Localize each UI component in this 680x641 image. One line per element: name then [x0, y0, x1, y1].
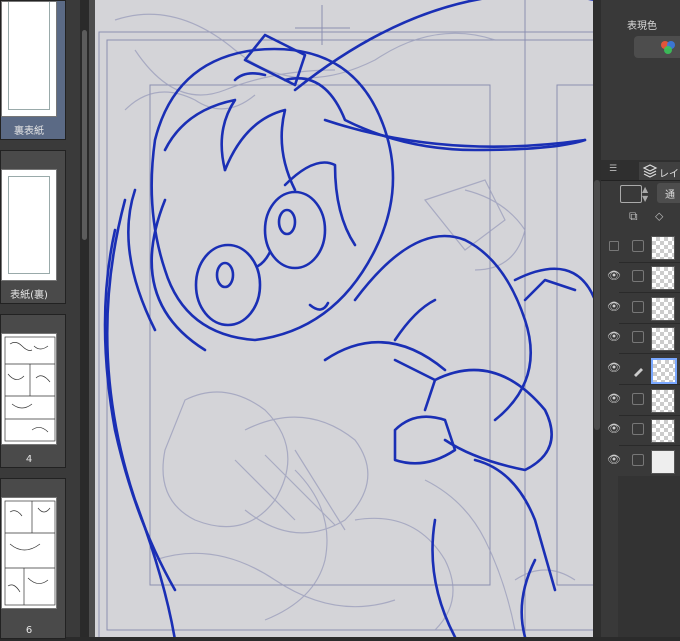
layer-row[interactable]: 👁 [607, 385, 680, 416]
page-thumbnail-inside-cover[interactable]: 表紙(裏) [0, 150, 66, 304]
layer-row[interactable]: 👁 [607, 262, 680, 293]
panel-menu-icon[interactable]: ☰ [609, 164, 617, 174]
layer-tools-row: ⧉ ⬦ [601, 206, 680, 228]
layer-row[interactable]: 👁 [607, 446, 680, 477]
layer-lock-checkbox[interactable] [632, 393, 644, 405]
page-thumb-image [1, 333, 57, 445]
pen-icon [632, 362, 643, 377]
layer-thumbnail [651, 297, 675, 321]
paper-layer-thumbnail [651, 450, 675, 474]
page-frame [8, 176, 50, 274]
eye-icon[interactable]: 👁 [607, 330, 621, 344]
sketch-lines [114, 13, 576, 631]
artwork [98, 0, 628, 641]
line-art [103, 0, 597, 641]
layer-thumbnail [651, 327, 675, 351]
page-thumbnail-6[interactable]: 6 [0, 478, 66, 639]
layer-row-selected[interactable]: 👁 [607, 354, 680, 385]
manga-panels-thumb [4, 500, 56, 606]
page-manager-panel: 裏表紙 表紙(裏) 4 6 [0, 0, 89, 639]
blend-mode-label: 通 [665, 190, 675, 201]
canvas-area[interactable] [89, 0, 628, 641]
expression-color-button[interactable] [634, 36, 680, 58]
pages-scrollbar[interactable] [80, 0, 89, 637]
page-thumbnail-4[interactable]: 4 [0, 314, 66, 468]
layer-lock-checkbox[interactable] [632, 454, 644, 466]
page-label: 裏表紙 [14, 126, 44, 137]
layer-panel-header: ☰ レイ [601, 160, 680, 181]
page-thumb-image [1, 1, 57, 117]
layer-row[interactable]: 👁 [607, 293, 680, 324]
color-circles-icon [661, 41, 675, 54]
visibility-off-icon[interactable] [607, 239, 621, 253]
layer-thumbnail [651, 236, 675, 260]
stepper-icon[interactable]: ▲ ▼ [642, 185, 648, 203]
layer-thumbnail [651, 389, 675, 413]
layer-lock-checkbox[interactable] [632, 331, 644, 343]
layer-thumbnail [651, 266, 675, 290]
canvas-scrollbar[interactable] [593, 0, 601, 637]
canvas-scrollbar-thumb[interactable] [594, 180, 600, 430]
eye-icon[interactable]: 👁 [607, 269, 621, 283]
tab-layer[interactable]: レイ [639, 162, 680, 180]
blend-row: ▲ ▼ 通 [601, 180, 680, 206]
page-thumb-image [1, 497, 57, 609]
layer-row[interactable]: 👁 [607, 323, 680, 354]
drawing-canvas[interactable] [95, 0, 628, 641]
expression-color-label: 表現色 [627, 21, 657, 32]
page-label: 6 [25, 625, 33, 636]
layers-icon [642, 164, 658, 178]
layer-lock-checkbox[interactable] [632, 270, 644, 282]
blend-mode-button[interactable]: 通 [657, 183, 680, 203]
tab-layer-label: レイ [659, 169, 679, 180]
layer-lock-checkbox[interactable] [632, 240, 644, 252]
page-frame [8, 2, 50, 110]
eye-icon[interactable]: 👁 [607, 361, 621, 375]
eye-icon[interactable]: 👁 [607, 392, 621, 406]
layer-lock-checkbox[interactable] [632, 423, 644, 435]
manga-panels-thumb [4, 336, 56, 442]
eye-icon[interactable]: 👁 [607, 422, 621, 436]
pen-icon-svg [634, 368, 643, 377]
layer-thumbnail [651, 419, 675, 443]
copy-layer-icon[interactable]: ⧉ [629, 209, 638, 224]
clip-layer-icon[interactable]: ⬦ [655, 209, 663, 224]
layer-row[interactable]: 👁 [607, 415, 680, 446]
expression-mode-select[interactable] [620, 185, 642, 203]
page-label: 4 [25, 454, 33, 465]
right-panel: 表現色 ☰ レイ ▲ ▼ 通 ⧉ ⬦ 👁 👁 👁 👁 👁 👁 👁 [601, 0, 680, 637]
eye-icon[interactable]: 👁 [607, 300, 621, 314]
page-label: 表紙(裏) [10, 290, 48, 301]
layer-row[interactable] [609, 232, 680, 263]
eye-icon[interactable]: 👁 [607, 453, 621, 467]
page-thumb-image [1, 169, 57, 281]
layer-list-empty-area [618, 476, 680, 637]
pages-scrollbar-thumb[interactable] [82, 30, 87, 240]
layer-thumbnail [651, 358, 677, 384]
layer-lock-checkbox[interactable] [632, 301, 644, 313]
page-thumbnail-back-cover[interactable]: 裏表紙 [0, 0, 66, 140]
